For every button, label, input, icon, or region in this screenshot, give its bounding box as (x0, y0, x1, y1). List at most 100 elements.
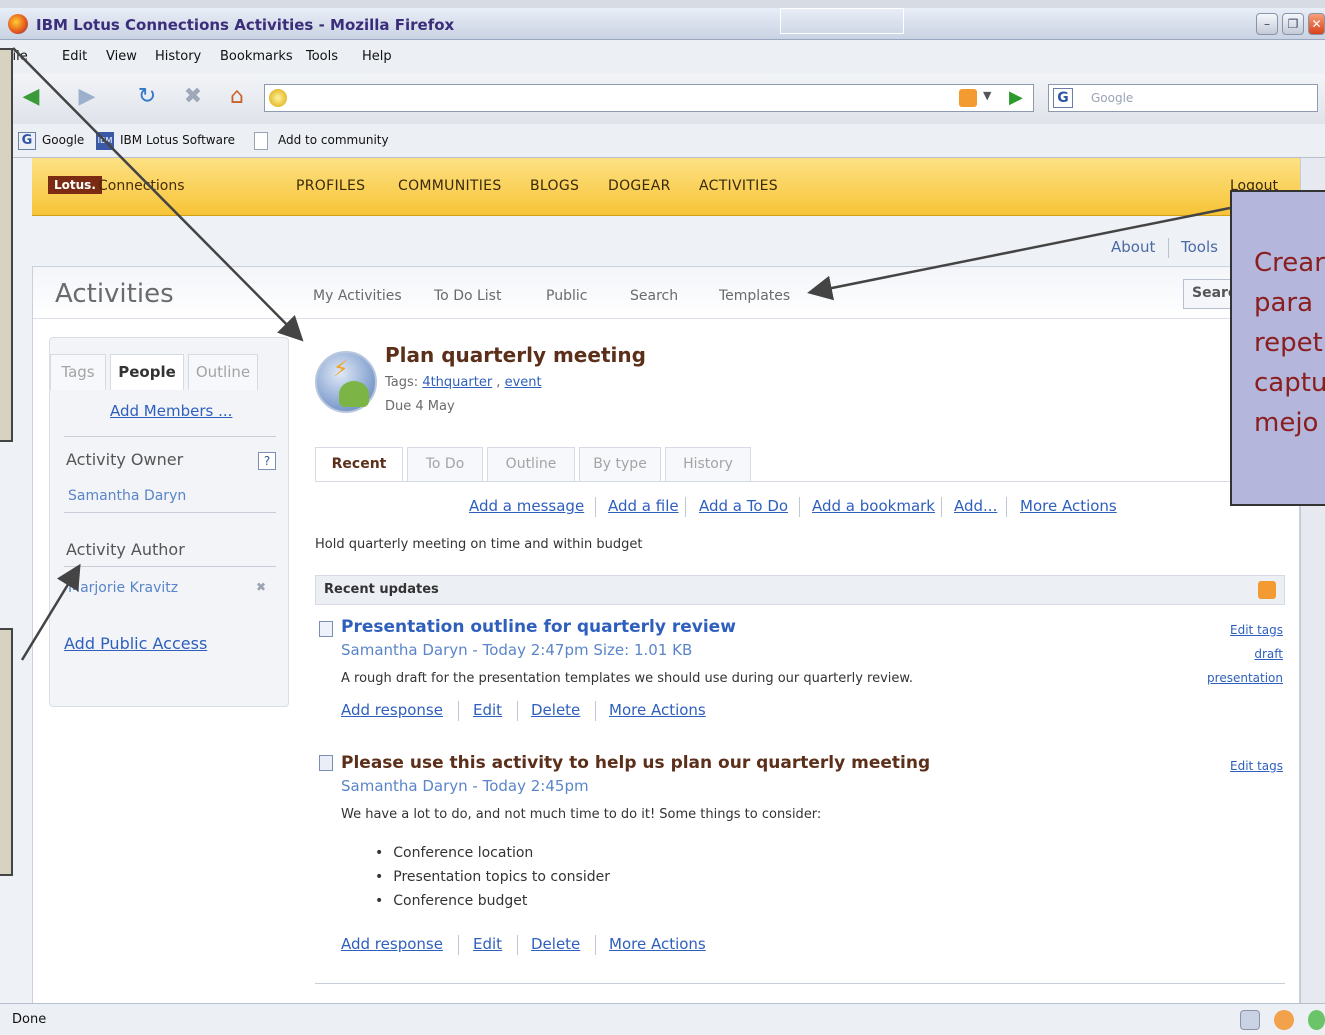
add-members-link[interactable]: Add Members ... (110, 402, 232, 420)
nav-profiles[interactable]: PROFILES (296, 178, 365, 194)
stop-icon[interactable]: ✖ (176, 80, 210, 114)
home-icon[interactable]: ⌂ (220, 80, 254, 114)
maximize-button[interactable]: ❐ (1282, 13, 1304, 35)
subnav-todo-list[interactable]: To Do List (434, 288, 501, 304)
tab-tags[interactable]: Tags (50, 354, 106, 390)
tag-link[interactable]: event (505, 375, 542, 390)
people-icon (339, 381, 369, 407)
activity-owner-label: Activity Owner (66, 450, 184, 469)
edit-link[interactable]: Edit (473, 701, 502, 719)
status-ok-icon (1308, 1010, 1325, 1030)
tab-by-type[interactable]: By type (579, 447, 661, 481)
tab-people[interactable]: People (110, 354, 184, 390)
menu-view[interactable]: View (106, 49, 137, 64)
about-link[interactable]: About (1111, 238, 1155, 256)
menu-help[interactable]: Help (362, 49, 392, 64)
status-addon-icon[interactable] (1274, 1010, 1294, 1030)
nav-dogear[interactable]: DOGEAR (608, 178, 671, 194)
bookmark-google[interactable]: Google (42, 133, 84, 147)
subnav-my-activities[interactable]: My Activities (313, 288, 402, 304)
tab-recent[interactable]: Recent (315, 447, 403, 481)
callout-line: para (1254, 288, 1314, 318)
tab-history[interactable]: History (665, 447, 751, 481)
author-name-link[interactable]: Marjorie Kravitz (68, 580, 178, 596)
lotus-banner: Lotus. Connections PROFILES COMMUNITIES … (32, 158, 1300, 216)
minimize-button[interactable]: – (1256, 13, 1278, 35)
google-icon[interactable]: G (1053, 88, 1073, 108)
lotus-logo[interactable]: Lotus. (48, 176, 102, 194)
navigation-toolbar: ◀ ▶ ↻ ✖ ⌂ ▼ ▶ G Google (0, 74, 1325, 124)
menu-bookmarks[interactable]: Bookmarks (220, 49, 293, 64)
subnav-templates[interactable]: Templates (719, 288, 790, 304)
back-icon[interactable]: ◀ (14, 80, 48, 114)
page-viewport: Lotus. Connections PROFILES COMMUNITIES … (0, 158, 1300, 1003)
activity-author-label: Activity Author (66, 540, 185, 559)
tag-presentation-link[interactable]: presentation (1183, 671, 1283, 685)
bookmark-add-to-community[interactable]: Add to community (278, 133, 389, 147)
list-item: Conference location (375, 845, 533, 861)
add-response-link[interactable]: Add response (341, 701, 443, 719)
page-bookmark-icon (254, 132, 268, 150)
add-message-link[interactable]: Add a message (469, 497, 584, 515)
entry-body: A rough draft for the presentation templ… (341, 671, 913, 686)
edit-tags-link[interactable]: Edit tags (1183, 759, 1283, 773)
forward-icon[interactable]: ▶ (70, 80, 104, 114)
entry-title-link[interactable]: Presentation outline for quarterly revie… (341, 617, 736, 637)
tab-outline[interactable]: Outline (487, 447, 575, 481)
entry-meta: Samantha Daryn - Today 2:47pm Size: 1.01… (341, 641, 693, 659)
callout-line: mejo (1254, 408, 1319, 438)
rss-feed-icon[interactable] (959, 89, 977, 107)
close-button[interactable]: ✕ (1308, 13, 1325, 35)
go-icon[interactable]: ▶ (1009, 87, 1023, 108)
tags-label: Tags: (385, 375, 419, 390)
add-bookmark-link[interactable]: Add a bookmark (812, 497, 935, 515)
add-public-access-link[interactable]: Add Public Access (64, 634, 207, 653)
menu-history[interactable]: History (155, 49, 201, 64)
owner-name-link[interactable]: Samantha Daryn (68, 488, 186, 504)
subnav-search[interactable]: Search (630, 288, 678, 304)
tab-todo[interactable]: To Do (407, 447, 483, 481)
subnav-public[interactable]: Public (546, 288, 587, 304)
nav-activities[interactable]: ACTIVITIES (699, 178, 778, 194)
tag-link[interactable]: 4thquarter (422, 375, 492, 390)
recent-updates-label: Recent updates (324, 582, 439, 597)
more-actions-link[interactable]: More Actions (609, 935, 706, 953)
activities-header: Activities My Activities To Do List Publ… (33, 267, 1300, 319)
reload-icon[interactable]: ↻ (130, 80, 164, 114)
more-actions-link[interactable]: More Actions (609, 701, 706, 719)
help-icon[interactable]: ? (258, 452, 276, 470)
add-todo-link[interactable]: Add a To Do (699, 497, 788, 515)
callout-line: Crear (1254, 248, 1325, 278)
status-text: Done (12, 1012, 47, 1027)
more-actions-link[interactable]: More Actions (1020, 497, 1117, 515)
tag-draft-link[interactable]: draft (1183, 647, 1283, 661)
nav-blogs[interactable]: BLOGS (530, 178, 579, 194)
tab-divider (315, 481, 1285, 482)
action-divider (941, 497, 942, 517)
delete-link[interactable]: Delete (531, 701, 580, 719)
add-response-link[interactable]: Add response (341, 935, 443, 953)
url-dropdown-icon[interactable]: ▼ (983, 89, 991, 102)
page-info-icon[interactable] (1240, 1010, 1260, 1030)
edit-link[interactable]: Edit (473, 935, 502, 953)
rss-feed-icon[interactable] (1258, 581, 1276, 599)
edit-tags-link[interactable]: Edit tags (1183, 623, 1283, 637)
lightning-icon: ⚡ (333, 357, 349, 382)
menu-edit[interactable]: Edit (62, 49, 87, 64)
ibm-bookmark-icon: IBM (96, 132, 114, 150)
divider (315, 983, 1285, 984)
search-engine-box[interactable]: G Google (1048, 84, 1318, 112)
delete-link[interactable]: Delete (531, 935, 580, 953)
bookmark-ibm-lotus[interactable]: IBM Lotus Software (120, 133, 235, 147)
status-bar: Done (0, 1003, 1325, 1035)
remove-member-icon[interactable]: ✖ (256, 580, 266, 594)
activity-tags: Tags: 4thquarter , event (385, 375, 542, 390)
url-bar[interactable]: ▼ ▶ (264, 84, 1034, 112)
add-file-link[interactable]: Add a file (608, 497, 679, 515)
nav-communities[interactable]: COMMUNITIES (398, 178, 502, 194)
add-more-link[interactable]: Add... (954, 497, 997, 515)
tools-link[interactable]: Tools (1181, 238, 1218, 256)
tab-outline[interactable]: Outline (188, 354, 258, 390)
menu-tools[interactable]: Tools (306, 49, 338, 64)
menu-bar: File Edit View History Bookmarks Tools H… (0, 40, 1325, 74)
